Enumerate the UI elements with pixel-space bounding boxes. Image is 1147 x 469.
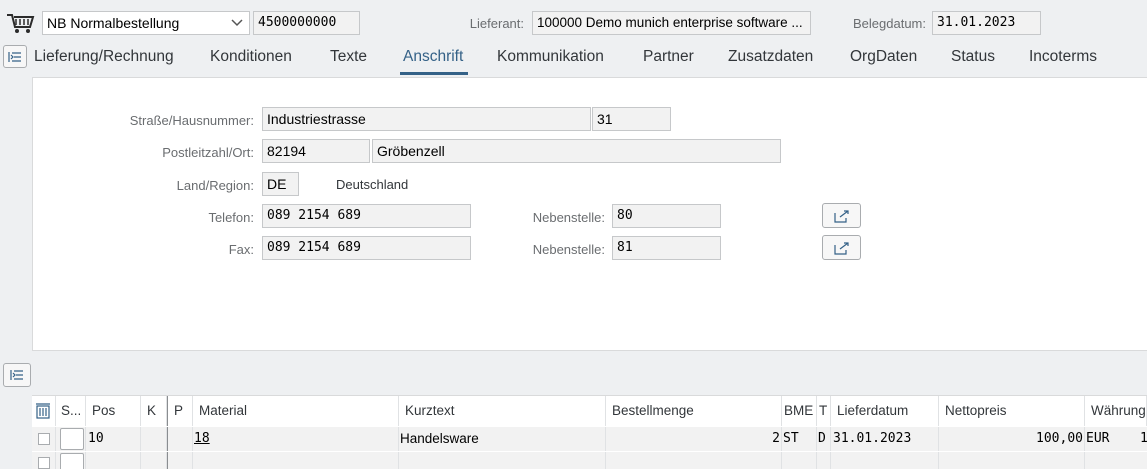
fax-field[interactable]: 089 2154 689	[262, 236, 471, 260]
row-status-cell[interactable]	[56, 427, 86, 451]
chevron-down-icon	[231, 19, 243, 27]
city-field[interactable]: Gröbenzell	[372, 139, 781, 163]
empty-cell	[399, 452, 606, 469]
empty-cell	[86, 452, 141, 469]
tab-incoterms[interactable]: Incoterms	[1029, 48, 1097, 66]
column-header-bme[interactable]: BME	[782, 396, 817, 426]
empty-cell	[831, 452, 939, 469]
empty-cell	[167, 452, 193, 469]
tab-zusatzdaten[interactable]: Zusatzdaten	[728, 48, 813, 66]
row-select-checkbox[interactable]	[32, 452, 56, 469]
select-all-icon	[36, 403, 50, 419]
phone-label: Telefon:	[208, 210, 254, 225]
select-all-header[interactable]	[32, 396, 56, 426]
shopping-cart-icon	[7, 14, 35, 33]
phone-field[interactable]: 089 2154 689	[262, 204, 471, 228]
tab-lieferung-rechnung[interactable]: Lieferung/Rechnung	[34, 48, 174, 66]
column-header-material[interactable]: Material	[193, 396, 399, 426]
fax-extension-label: Nebenstelle:	[532, 242, 605, 257]
country-name: Deutschland	[336, 177, 409, 192]
column-header-nettopreis[interactable]: Nettopreis	[939, 396, 1085, 426]
country-label: Land/Region:	[176, 178, 254, 193]
vendor-label: Lieferant:	[469, 16, 524, 31]
column-header-t[interactable]: T	[817, 396, 831, 426]
pos-cell: 10	[86, 427, 141, 451]
phone-more-button[interactable]	[822, 203, 861, 228]
column-header-lieferdatum[interactable]: Lieferdatum	[831, 396, 939, 426]
quantity-cell: 2	[606, 427, 782, 451]
price-unit-cell: 1	[1140, 431, 1147, 446]
type-cell: D	[817, 427, 831, 451]
fax-more-button[interactable]	[822, 235, 861, 260]
currency-cell: EUR	[1086, 431, 1110, 446]
material-link[interactable]: 18	[193, 427, 399, 451]
phone-extension-field[interactable]: 80	[612, 204, 721, 228]
net-price-cell: 100,00	[939, 427, 1085, 451]
street-field[interactable]: Industriestrasse	[262, 107, 591, 131]
tab-orgdaten[interactable]: OrgDaten	[850, 48, 917, 66]
house-number-field[interactable]: 31	[592, 107, 671, 131]
empty-cell	[939, 452, 1085, 469]
collapse-list-icon	[10, 370, 23, 380]
fax-extension-field[interactable]: 81	[612, 236, 721, 260]
postal-city-label: Postleitzahl/Ort:	[162, 145, 254, 160]
doc-date-field[interactable]: 31.01.2023	[932, 11, 1041, 35]
open-external-icon	[833, 209, 849, 223]
street-label: Straße/Hausnummer:	[129, 113, 254, 128]
items-table: S... Pos K P Material Kurztext Bestellme…	[32, 395, 1147, 469]
tab-status[interactable]: Status	[951, 48, 995, 66]
column-header-waehrung[interactable]: Währung	[1085, 396, 1147, 426]
column-header-p[interactable]: P	[167, 396, 193, 426]
column-header-pos[interactable]: Pos	[86, 396, 141, 426]
empty-cell	[141, 452, 167, 469]
k-cell	[141, 427, 167, 451]
tab-kommunikation[interactable]: Kommunikation	[497, 48, 604, 66]
tab-partner[interactable]: Partner	[643, 48, 694, 66]
table-row[interactable]	[32, 452, 1147, 469]
column-header-status[interactable]: S...	[56, 396, 86, 426]
short-text-cell: Handelsware	[399, 427, 606, 451]
column-header-kurztext[interactable]: Kurztext	[399, 396, 606, 426]
expand-header-button[interactable]	[3, 45, 27, 68]
vendor-field[interactable]: 100000 Demo munich enterprise software .…	[532, 11, 811, 35]
open-external-icon	[833, 241, 849, 255]
order-number-field[interactable]: 4500000000	[253, 11, 360, 35]
tab-konditionen[interactable]: Konditionen	[210, 48, 292, 66]
empty-cell	[193, 452, 399, 469]
tab-texte[interactable]: Texte	[330, 48, 367, 66]
empty-cell	[782, 452, 817, 469]
uom-cell: ST	[782, 427, 817, 451]
delivery-date-cell: 31.01.2023	[831, 427, 939, 451]
active-tab-indicator	[400, 72, 468, 75]
row-status-cell[interactable]	[56, 452, 86, 469]
row-select-checkbox[interactable]	[32, 427, 56, 451]
empty-cell	[817, 452, 831, 469]
empty-cell	[606, 452, 782, 469]
empty-cell	[1085, 452, 1147, 469]
postal-code-field[interactable]: 82194	[262, 139, 370, 163]
collapse-list-icon	[8, 51, 21, 62]
column-header-bestellmenge[interactable]: Bestellmenge	[606, 396, 782, 426]
tab-anschrift[interactable]: Anschrift	[403, 48, 463, 66]
expand-items-button[interactable]	[3, 363, 31, 387]
order-type-value: NB Normalbestellung	[47, 15, 180, 31]
doc-date-label: Belegdatum:	[853, 16, 926, 31]
column-header-k[interactable]: K	[141, 396, 167, 426]
phone-extension-label: Nebenstelle:	[532, 210, 605, 225]
p-cell	[167, 427, 193, 451]
cart-icon-button[interactable]	[3, 10, 39, 36]
fax-label: Fax:	[228, 242, 254, 257]
country-code-field[interactable]: DE	[262, 172, 299, 196]
table-row[interactable]: 10 18 Handelsware 2 ST D 31.01.2023 100,…	[32, 427, 1147, 451]
order-type-select[interactable]: NB Normalbestellung	[42, 11, 250, 35]
